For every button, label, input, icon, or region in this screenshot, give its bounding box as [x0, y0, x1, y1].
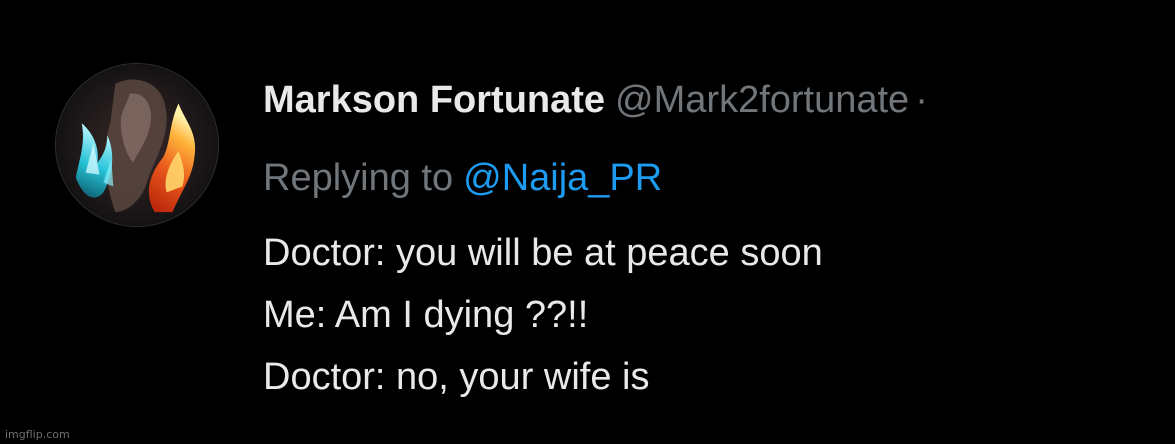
tweet-text-line: Doctor: no, your wife is — [263, 356, 650, 398]
replying-to-label: Replying to — [263, 157, 454, 199]
reply-mention-link[interactable]: @Naija_PR — [463, 157, 662, 199]
author-display-name[interactable]: Markson Fortunate — [263, 79, 605, 121]
tweet-text-line: Me: Am I dying ??!! — [263, 294, 589, 336]
avatar[interactable] — [55, 63, 219, 227]
avatar-image — [56, 64, 218, 226]
tweet-card: Markson Fortunate @Mark2fortunate · Replyi… — [0, 0, 1175, 444]
watermark: imgflip.com — [5, 428, 70, 441]
header-separator: · — [915, 79, 928, 121]
tweet-text: Doctor: you will be at peace soon Me: Am… — [263, 222, 823, 408]
author-handle[interactable]: @Mark2fortunate — [615, 79, 909, 121]
tweet-text-line: Doctor: you will be at peace soon — [263, 232, 823, 274]
replying-to: Replying to @Naija_PR — [263, 150, 662, 206]
tweet-header: Markson Fortunate @Mark2fortunate · — [263, 72, 928, 128]
